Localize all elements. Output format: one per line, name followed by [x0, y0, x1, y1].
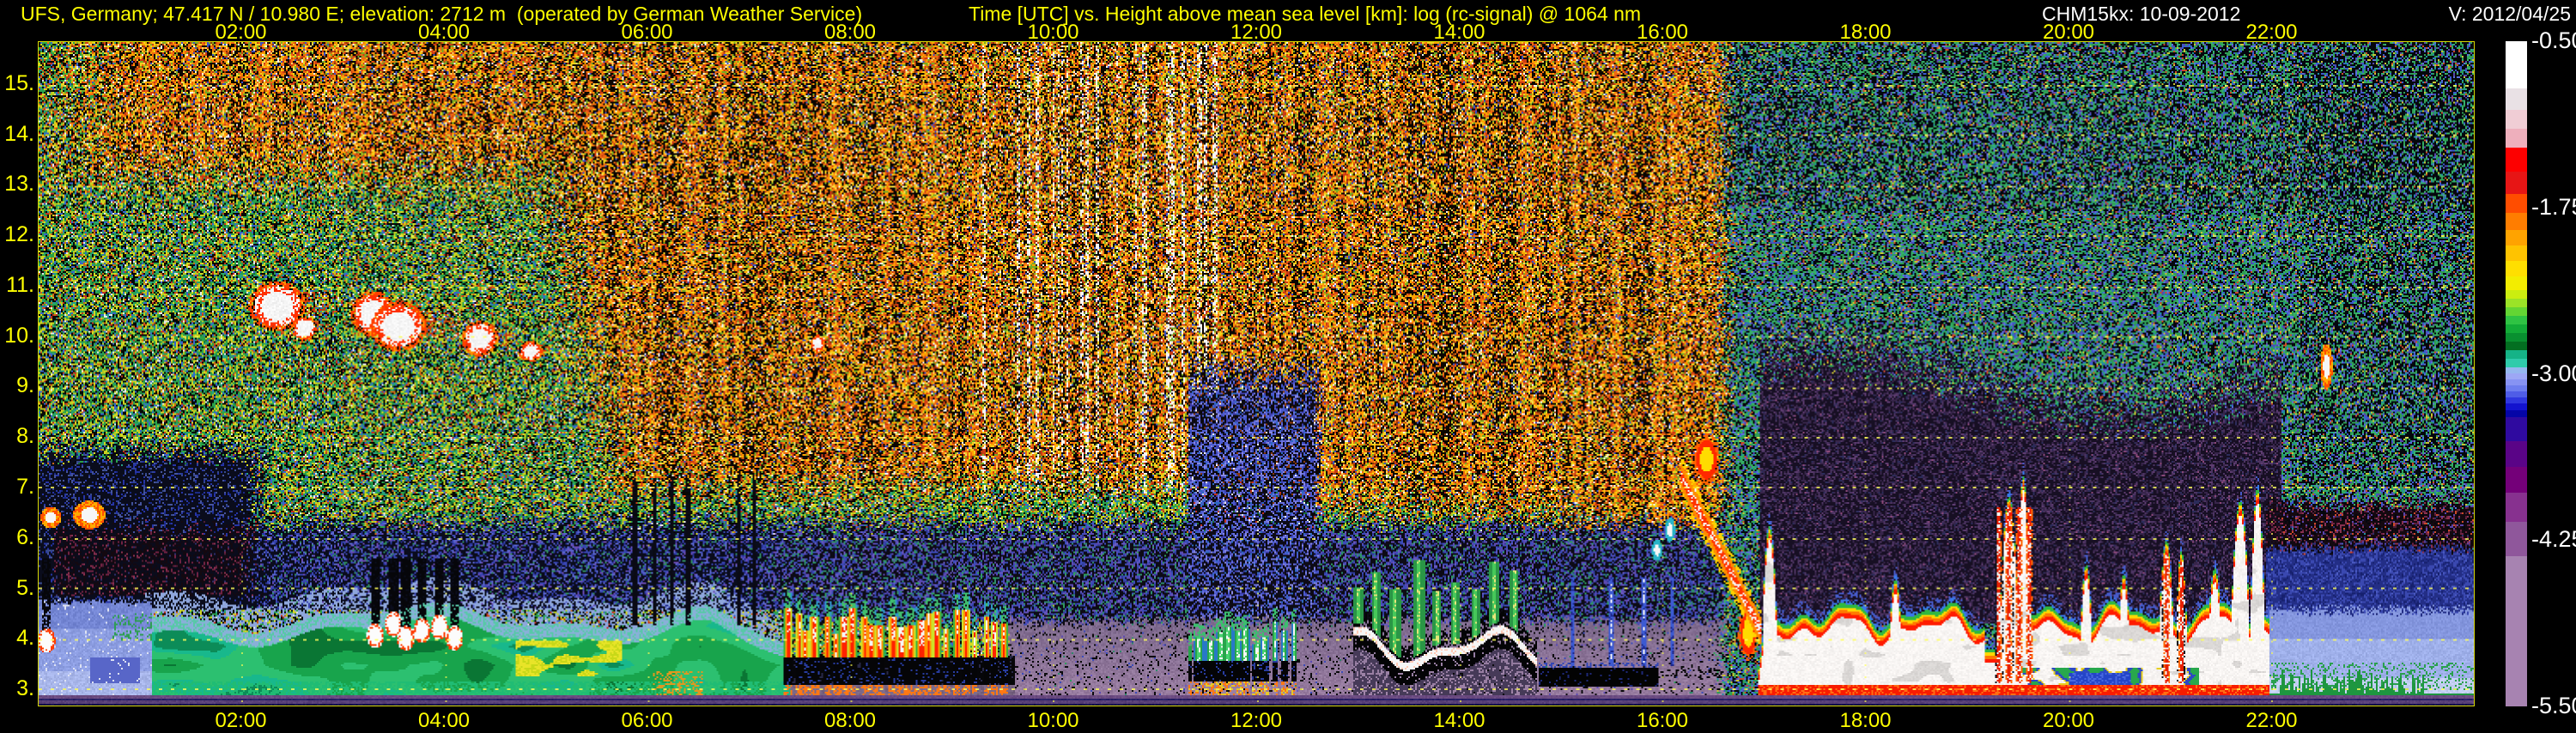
y-tick-label: 12. [0, 222, 34, 247]
colorbar-segment [2506, 467, 2527, 493]
y-tick-label: 13. [0, 172, 34, 197]
colorbar-segment [2506, 110, 2527, 129]
y-tick-label: 8. [0, 424, 34, 449]
colorbar-segment [2506, 213, 2527, 230]
colorbar-segment [2506, 245, 2527, 261]
y-tick-label: 11. [0, 273, 34, 298]
bottom-time-axis: 02:0004:0006:0008:0010:0012:0014:0016:00… [0, 709, 2576, 730]
colorbar-segment [2506, 230, 2527, 245]
colorbar-segment [2506, 373, 2527, 379]
y-tick-label: 14. [0, 122, 34, 147]
colorbar-segment [2506, 397, 2527, 403]
colorbar-segment [2506, 367, 2527, 373]
colorbar-segment [2506, 307, 2527, 316]
colorbar-segment [2506, 359, 2527, 367]
y-tick-label: 10. [0, 324, 34, 348]
colorbar-segment [2506, 276, 2527, 290]
top-time-axis: 02:0004:0006:0008:0010:0012:0014:0016:00… [0, 21, 2576, 41]
colorbar-segment [2506, 441, 2527, 467]
colorbar-segment [2506, 379, 2527, 385]
height-axis: 15. 14. 13. 12. 11. 10. 9. 8. 7. 6. 5. 4. 3. [0, 0, 36, 730]
colorbar [2506, 41, 2527, 706]
colorbar-segment [2506, 41, 2527, 88]
colorbar-tick-label: -3.00 [2531, 360, 2576, 387]
y-tick-label: 7. [0, 475, 34, 500]
y-tick-label: 6. [0, 525, 34, 550]
ceilometer-heatmap [39, 42, 2474, 706]
colorbar-segment [2506, 261, 2527, 276]
colorbar-segment [2506, 129, 2527, 148]
colorbar-segment [2506, 403, 2527, 410]
colorbar-tick-label: -4.25 [2531, 526, 2576, 553]
y-tick-label: 5. [0, 576, 34, 601]
colorbar-segment [2506, 391, 2527, 397]
colorbar-segment [2506, 493, 2527, 522]
colorbar-segment [2506, 556, 2527, 706]
colorbar-segment [2506, 333, 2527, 342]
colorbar-segment [2506, 385, 2527, 391]
colorbar-segment [2506, 350, 2527, 359]
colorbar-segment [2506, 194, 2527, 213]
colorbar-segment [2506, 88, 2527, 110]
y-tick-label: 15. [0, 71, 34, 96]
colorbar-segment [2506, 290, 2527, 299]
y-tick-label: 3. [0, 676, 34, 701]
colorbar-segment [2506, 172, 2527, 194]
colorbar-segment [2506, 324, 2527, 333]
colorbar-segment [2506, 522, 2527, 556]
plot-area [38, 41, 2475, 706]
colorbar-segment [2506, 410, 2527, 417]
colorbar-tick-label: -0.50 [2531, 27, 2576, 54]
colorbar-segment [2506, 148, 2527, 172]
colorbar-segment [2506, 417, 2527, 441]
colorbar-segment [2506, 316, 2527, 324]
colorbar-segment [2506, 299, 2527, 307]
colorbar-tick-label: -1.75 [2531, 194, 2576, 221]
y-tick-label: 9. [0, 373, 34, 398]
y-tick-label: 4. [0, 626, 34, 651]
colorbar-segment [2506, 342, 2527, 350]
